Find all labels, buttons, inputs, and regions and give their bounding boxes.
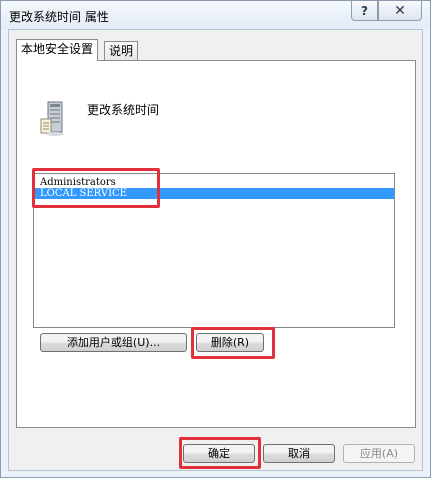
remove-button[interactable]: 删除(R) [196, 333, 264, 352]
tab-explain[interactable]: 说明 [104, 41, 139, 60]
list-item-local-service[interactable]: LOCAL SERVICE [34, 188, 394, 199]
title-bar[interactable]: 更改系统时间 属性 ? ✕ [1, 1, 430, 29]
server-icon [40, 101, 64, 136]
help-button[interactable]: ? [351, 1, 378, 21]
close-button[interactable]: ✕ [378, 1, 422, 21]
cancel-button[interactable]: 取消 [263, 444, 335, 463]
tab-panel: 更改系统时间 Administrators LOCAL SERVICE 添加用户… [16, 60, 416, 428]
list-item-administrators[interactable]: Administrators [34, 177, 394, 188]
ok-button[interactable]: 确定 [183, 444, 255, 463]
accounts-listbox[interactable]: Administrators LOCAL SERVICE [33, 173, 395, 328]
add-user-or-group-button[interactable]: 添加用户或组(U)... [40, 333, 187, 352]
help-icon: ? [361, 3, 368, 18]
policy-title: 更改系统时间 [87, 103, 160, 117]
close-icon: ✕ [394, 2, 406, 19]
properties-dialog: 更改系统时间 属性 ? ✕ 本地安全设置 说明 更改系统时间 Administr… [0, 0, 431, 478]
dialog-client: 本地安全设置 说明 更改系统时间 Administrators LOCAL SE… [8, 29, 423, 471]
apply-button[interactable]: 应用(A) [343, 444, 415, 463]
tab-local-security-setting[interactable]: 本地安全设置 [16, 39, 99, 61]
window-title: 更改系统时间 属性 [9, 10, 109, 24]
